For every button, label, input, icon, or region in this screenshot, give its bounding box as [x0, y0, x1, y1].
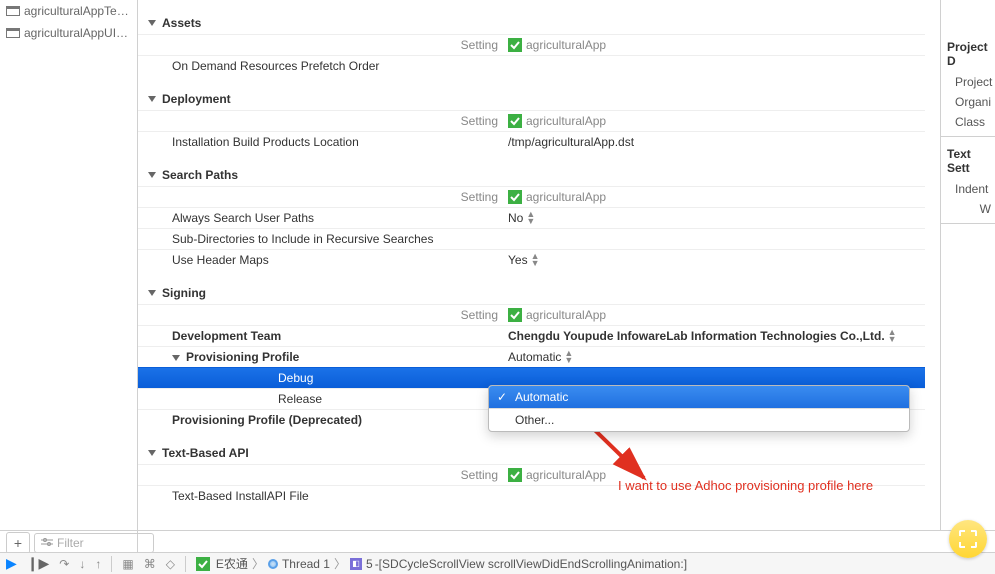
setting-row[interactable]: On Demand Resources Prefetch Order — [138, 55, 925, 76]
inspector-item[interactable]: W — [941, 199, 995, 219]
section-header[interactable]: Deployment — [138, 88, 925, 110]
memory-graph-icon[interactable]: ⌘ — [144, 557, 156, 571]
inspector-item[interactable]: Indent — [941, 179, 995, 199]
setting-value[interactable]: Chengdu Youpude InfowareLab Information … — [508, 329, 925, 343]
setting-label: Use Header Maps — [158, 253, 508, 267]
column-header-setting: Setting — [158, 308, 508, 322]
disclosure-triangle-icon[interactable] — [172, 355, 180, 361]
inspector-group-title: Text Sett — [941, 143, 995, 179]
inspector-panel: Project D Project F Organi Class Text Se… — [940, 0, 995, 530]
chevron-right-icon: 〉 — [334, 555, 346, 572]
disclosure-triangle-icon — [148, 96, 156, 102]
section-assets: Assets Setting agriculturalApp On Demand… — [138, 12, 925, 76]
provisioning-profile-dropdown[interactable]: ✓ Automatic Other... — [488, 385, 910, 432]
target-icon — [508, 190, 522, 204]
target-icon — [508, 468, 522, 482]
sidebar-item-tests[interactable]: agriculturalAppTests — [0, 0, 137, 22]
dropdown-item-automatic[interactable]: ✓ Automatic — [489, 386, 909, 408]
folder-icon — [6, 28, 20, 38]
setting-label: Development Team — [158, 329, 508, 343]
column-header-setting: Setting — [158, 190, 508, 204]
section-header[interactable]: Assets — [138, 12, 925, 34]
target-icon — [508, 38, 522, 52]
sidebar-item-label: agriculturalAppUITe... — [24, 26, 131, 40]
setting-row[interactable]: Sub-Directories to Include in Recursive … — [138, 228, 925, 249]
setting-label: Provisioning Profile (Deprecated) — [158, 413, 508, 427]
sidebar-item-label: agriculturalAppTests — [24, 4, 131, 18]
debug-bar: ▶ ❙▶ ↷ ↓ ↑ ▦ ⌘ ◇ E农通 〉 Thread 1 〉 ◧ 5 -[… — [0, 552, 995, 574]
setting-row[interactable]: Text-Based InstallAPI File — [138, 485, 925, 506]
step-out-icon[interactable]: ↑ — [95, 557, 101, 571]
step-over-icon[interactable]: ↷ — [59, 557, 69, 571]
column-header-target: agriculturalApp — [508, 308, 925, 322]
setting-label: On Demand Resources Prefetch Order — [158, 59, 508, 73]
setting-row[interactable]: Always Search User Paths No▲▼ — [138, 207, 925, 228]
sidebar-item-uitests[interactable]: agriculturalAppUITe... — [0, 22, 137, 44]
column-header-setting: Setting — [158, 468, 508, 482]
stepper-icon: ▲▼ — [531, 253, 540, 267]
add-button[interactable]: + — [6, 532, 30, 554]
filter-icon — [41, 538, 53, 548]
filter-input[interactable]: Filter — [34, 533, 154, 553]
setting-label: Always Search User Paths — [158, 211, 508, 225]
column-header-target: agriculturalApp — [508, 114, 925, 128]
setting-value[interactable]: Automatic▲▼ — [508, 350, 925, 364]
frame-icon: ◧ — [350, 558, 362, 570]
column-header-target: agriculturalApp — [508, 190, 925, 204]
section-search-paths: Search Paths Setting agriculturalApp Alw… — [138, 164, 925, 270]
setting-label: Provisioning Profile — [158, 350, 508, 364]
disclosure-triangle-icon — [148, 172, 156, 178]
inspector-item[interactable]: Class — [941, 112, 995, 132]
disclosure-triangle-icon — [148, 290, 156, 296]
setting-label: Release — [158, 392, 508, 406]
project-navigator[interactable]: agriculturalAppTests agriculturalAppUITe… — [0, 0, 138, 574]
column-header-setting: Setting — [158, 114, 508, 128]
setting-label: Text-Based InstallAPI File — [158, 489, 508, 503]
continue-icon[interactable]: ▶ — [6, 555, 17, 572]
setting-row-devteam[interactable]: Development Team Chengdu Youpude Infowar… — [138, 325, 925, 346]
chip-icon — [959, 530, 977, 548]
column-header-target: agriculturalApp — [508, 38, 925, 52]
inspector-item[interactable]: Project F — [941, 72, 995, 92]
folder-icon — [6, 6, 20, 16]
inspector-group-title: Project D — [941, 36, 995, 72]
debug-view-icon[interactable]: ▦ — [122, 557, 133, 571]
setting-row[interactable]: Use Header Maps Yes▲▼ — [138, 249, 925, 270]
step-into-icon[interactable]: ↓ — [79, 557, 85, 571]
setting-label: Debug — [158, 371, 508, 385]
disclosure-triangle-icon — [148, 450, 156, 456]
stepper-icon: ▲▼ — [526, 211, 535, 225]
column-header-setting: Setting — [158, 38, 508, 52]
location-icon[interactable]: ◇ — [166, 557, 175, 571]
target-icon — [508, 114, 522, 128]
floating-action-button[interactable] — [949, 520, 987, 558]
stepper-icon: ▲▼ — [888, 329, 897, 343]
inspector-item[interactable]: Organi — [941, 92, 995, 112]
build-settings-editor: Assets Setting agriculturalApp On Demand… — [138, 0, 925, 530]
section-text-api: Text-Based API Setting agriculturalApp T… — [138, 442, 925, 506]
setting-row-provisioning[interactable]: Provisioning Profile Automatic▲▼ — [138, 346, 925, 367]
debug-breadcrumb[interactable]: E农通 〉 Thread 1 〉 ◧ 5 -[SDCycleScrollView… — [196, 555, 687, 572]
setting-row[interactable]: Installation Build Products Location /tm… — [138, 131, 925, 152]
chevron-right-icon: 〉 — [252, 555, 264, 572]
section-header[interactable]: Search Paths — [138, 164, 925, 186]
column-header-target: agriculturalApp — [508, 468, 925, 482]
checkmark-icon: ✓ — [497, 390, 507, 404]
dropdown-item-other[interactable]: Other... — [489, 409, 909, 431]
filter-bar: + Filter — [0, 530, 995, 554]
setting-value[interactable]: /tmp/agriculturalApp.dst — [508, 135, 925, 149]
target-icon — [508, 308, 522, 322]
target-icon — [196, 557, 210, 571]
section-deployment: Deployment Setting agriculturalApp Insta… — [138, 88, 925, 152]
setting-label: Installation Build Products Location — [158, 135, 508, 149]
thread-icon — [268, 559, 278, 569]
disclosure-triangle-icon — [148, 20, 156, 26]
setting-value[interactable]: Yes▲▼ — [508, 253, 925, 267]
pause-icon[interactable]: ❙▶ — [27, 555, 50, 572]
section-header[interactable]: Signing — [138, 282, 925, 304]
section-header[interactable]: Text-Based API — [138, 442, 925, 464]
setting-label: Sub-Directories to Include in Recursive … — [158, 232, 508, 246]
setting-value[interactable]: No▲▼ — [508, 211, 925, 225]
stepper-icon: ▲▼ — [564, 350, 573, 364]
